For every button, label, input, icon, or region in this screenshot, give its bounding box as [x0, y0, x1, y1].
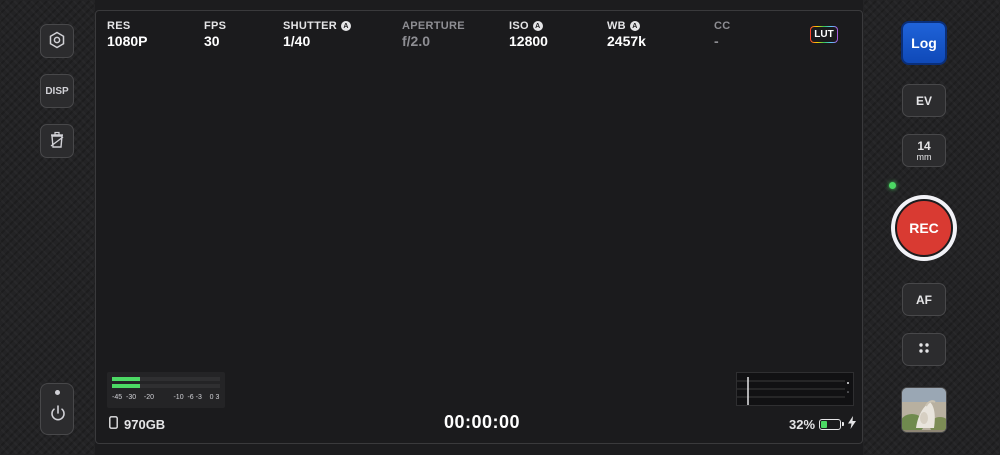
audio-meter: -45 -30 -20 -10 -6 -3 0 3	[107, 372, 225, 408]
param-fps-label: FPS	[204, 20, 227, 32]
storage-value: 970GB	[124, 416, 166, 432]
param-iso-label: ISO	[509, 20, 529, 32]
param-wb-value: 2457k	[607, 33, 646, 49]
battery-indicator: 32%	[789, 416, 857, 432]
storage-indicator: 970GB	[109, 416, 165, 432]
trash-clip-icon	[49, 131, 65, 152]
param-aperture[interactable]: APERTURE f/2.0	[402, 20, 465, 49]
param-cc-value: -	[714, 33, 719, 49]
audio-meter-scale: -45 -30 -20 -10 -6 -3 0 3	[112, 394, 220, 401]
param-cc[interactable]: CC -	[714, 20, 731, 49]
lut-button[interactable]: LUT	[810, 26, 838, 43]
log-button[interactable]: Log	[901, 21, 947, 65]
param-aperture-label: APERTURE	[402, 20, 465, 32]
viewfinder[interactable]: RES 1080P FPS 30 SHUTTER A 1/40 APERTURE …	[95, 10, 863, 444]
auto-badge-icon: A	[341, 21, 352, 31]
delete-clip-button[interactable]	[40, 124, 74, 158]
audio-meter-fill	[112, 377, 141, 381]
power-icon	[49, 404, 67, 427]
status-led	[889, 182, 896, 189]
audio-meter-channel-1	[112, 377, 220, 381]
settings-icon	[48, 31, 66, 52]
param-res-value: 1080P	[107, 33, 148, 49]
param-fps[interactable]: FPS 30	[204, 20, 226, 49]
four-dots-icon	[917, 341, 931, 358]
af-button[interactable]: AF	[902, 283, 946, 316]
power-indicator-dot	[55, 390, 60, 395]
power-button[interactable]	[40, 383, 74, 435]
audio-meter-channel-2	[112, 384, 220, 388]
more-options-button[interactable]	[902, 333, 946, 366]
param-res-label: RES	[107, 20, 131, 32]
histogram[interactable]	[736, 372, 854, 406]
param-iso[interactable]: ISO A 12800	[509, 20, 548, 49]
param-iso-value: 12800	[509, 33, 548, 49]
record-button[interactable]: REC	[891, 195, 957, 261]
param-wb-label: WB	[607, 20, 626, 32]
battery-icon	[819, 418, 845, 430]
ev-label: EV	[915, 93, 932, 108]
param-fps-value: 30	[204, 33, 220, 49]
battery-percent: 32%	[789, 416, 816, 432]
auto-badge-icon: A	[532, 21, 543, 31]
timecode: 00:00:00	[444, 412, 521, 432]
param-res[interactable]: RES 1080P	[107, 20, 147, 49]
lens-unit: mm	[916, 151, 932, 162]
param-shutter[interactable]: SHUTTER A 1/40	[283, 20, 352, 49]
param-cc-label: CC	[714, 20, 731, 32]
lens-value: 14	[917, 138, 931, 153]
ev-button[interactable]: EV	[902, 84, 946, 117]
record-label: REC	[895, 199, 953, 257]
param-aperture-value: f/2.0	[402, 33, 431, 49]
gallery-thumbnail[interactable]	[901, 387, 947, 433]
display-label: DISP	[45, 85, 69, 97]
phone-icon	[109, 416, 118, 432]
display-button[interactable]: DISP	[40, 74, 74, 108]
auto-badge-icon: A	[629, 21, 640, 31]
lens-button[interactable]: 14 mm	[902, 134, 946, 167]
param-wb[interactable]: WB A 2457k	[607, 20, 646, 49]
param-shutter-label: SHUTTER	[283, 20, 338, 32]
bolt-icon	[848, 416, 857, 432]
af-label: AF	[916, 292, 932, 307]
battery-fill	[821, 420, 827, 428]
audio-meter-fill	[112, 384, 141, 388]
param-shutter-value: 1/40	[283, 33, 311, 49]
settings-button[interactable]	[40, 24, 74, 58]
